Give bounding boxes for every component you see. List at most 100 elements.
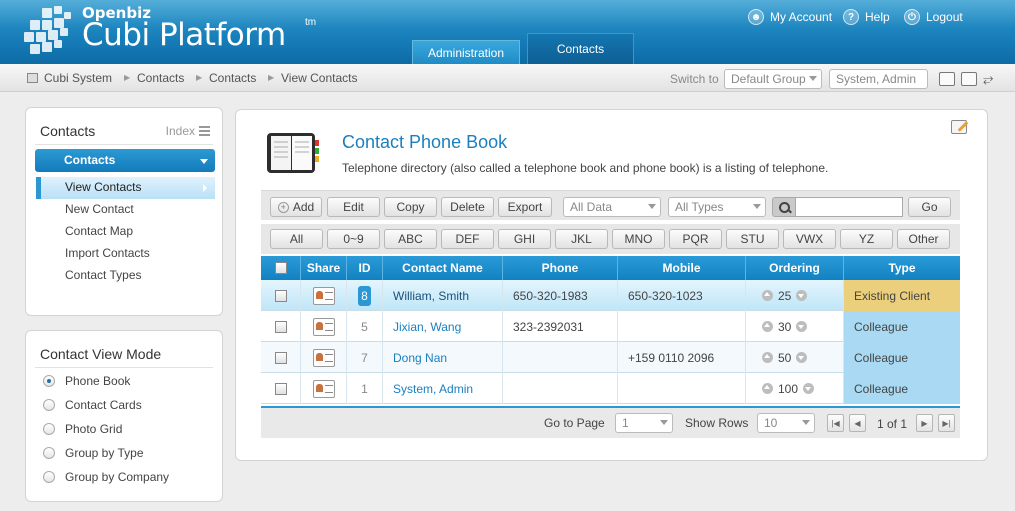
tab-administration[interactable]: Administration (412, 40, 520, 64)
export-button[interactable]: Export (498, 197, 552, 217)
alpha-filter-0-9[interactable]: 0~9 (327, 229, 380, 249)
delete-button[interactable]: Delete (441, 197, 494, 217)
type-filter-select[interactable]: All Types (668, 197, 766, 217)
alpha-filter-all[interactable]: All (270, 229, 323, 249)
row-checkbox[interactable] (274, 320, 287, 333)
group-select[interactable]: Default Group (724, 69, 822, 89)
type-cell: Colleague (844, 311, 960, 342)
alpha-filter-stu[interactable]: STU (726, 229, 779, 249)
radio-selected[interactable] (43, 375, 55, 387)
contact-card-icon[interactable] (312, 317, 335, 336)
contact-name-link[interactable]: William, Smith (393, 289, 469, 303)
alpha-filter-jkl[interactable]: JKL (555, 229, 608, 249)
column-header[interactable]: Contact Name (383, 256, 503, 280)
view-mode-photo-grid[interactable]: Photo Grid (43, 422, 122, 436)
move-down-icon[interactable] (796, 290, 808, 301)
column-header[interactable]: ID (347, 256, 383, 280)
move-up-icon[interactable] (762, 321, 773, 332)
sidebar-item-contact-types[interactable]: Contact Types (36, 265, 215, 287)
tab-contacts[interactable]: Contacts (527, 33, 634, 64)
view-mode-phone-book[interactable]: Phone Book (43, 374, 130, 388)
radio-label: Contact Cards (65, 398, 142, 412)
contact-name-link[interactable]: System, Admin (393, 382, 473, 396)
alpha-filter-def[interactable]: DEF (441, 229, 494, 249)
table-row[interactable]: 1 System, Admin 100 Colleague (261, 373, 960, 404)
radio[interactable] (43, 423, 55, 435)
fullscreen-icon[interactable]: ⥂ (983, 72, 997, 86)
my-account-link[interactable]: ☻ My Account (748, 9, 832, 25)
prev-page-button[interactable]: ◀ (849, 414, 866, 432)
logout-link[interactable]: ⏻ Logout (904, 9, 963, 25)
alpha-filter-mno[interactable]: MNO (612, 229, 665, 249)
copy-button[interactable]: Copy (384, 197, 437, 217)
edit-icon[interactable] (951, 120, 967, 134)
table-row[interactable]: 5 Jixian, Wang 323-2392031 30 Colleague (261, 311, 960, 342)
contact-card-icon[interactable] (312, 379, 335, 398)
go-button[interactable]: Go (908, 197, 951, 217)
column-header[interactable]: Share (301, 256, 347, 280)
contact-name-link[interactable]: Dong Nan (393, 351, 447, 365)
row-checkbox[interactable] (274, 351, 287, 364)
column-header[interactable]: Type (844, 256, 960, 280)
contact-name-link[interactable]: Jixian, Wang (393, 320, 461, 334)
move-down-icon[interactable] (796, 321, 808, 332)
select-all-checkbox[interactable] (274, 262, 287, 274)
ordering-value: 100 (778, 381, 799, 396)
row-checkbox[interactable] (274, 289, 287, 302)
contact-id: 8 (358, 285, 371, 306)
rows-select[interactable]: 10 (757, 413, 815, 433)
data-filter-select[interactable]: All Data (563, 197, 661, 217)
page-title: Contact Phone Book (342, 132, 508, 152)
view-mode-group-by-company[interactable]: Group by Company (43, 470, 169, 484)
view-mode-contact-cards[interactable]: Contact Cards (43, 398, 142, 412)
contact-card-icon[interactable] (312, 348, 335, 367)
page-select[interactable]: 1 (615, 413, 673, 433)
column-header[interactable]: Phone (503, 256, 618, 280)
breadcrumb-item[interactable]: Contacts (209, 71, 256, 85)
radio[interactable] (43, 447, 55, 459)
sidebar-item-new-contact[interactable]: New Contact (36, 199, 215, 221)
move-down-icon[interactable] (803, 383, 815, 394)
last-page-button[interactable]: ▶| (938, 414, 955, 432)
sidebar-item-contact-map[interactable]: Contact Map (36, 221, 215, 243)
table-row[interactable]: 8 William, Smith 650-320-1983 650-320-1023 2… (261, 280, 960, 311)
sidebar-item-view-contacts[interactable]: View Contacts (36, 177, 215, 199)
alpha-filter-pqr[interactable]: PQR (669, 229, 722, 249)
alpha-filter-yz[interactable]: YZ (840, 229, 893, 249)
radio[interactable] (43, 471, 55, 483)
user-select[interactable]: System, Admin (829, 69, 928, 89)
window-icon[interactable] (961, 72, 977, 86)
view-mode-title: Contact View Mode (40, 346, 162, 362)
sidebar-item-import-contacts[interactable]: Import Contacts (36, 243, 215, 265)
search-input[interactable] (796, 197, 903, 217)
first-page-button[interactable]: |◀ (827, 414, 844, 432)
move-up-icon[interactable] (762, 352, 773, 363)
chevron-down-icon (648, 204, 656, 209)
column-header[interactable]: Ordering (746, 256, 844, 280)
row-checkbox[interactable] (274, 382, 287, 395)
breadcrumb-item[interactable]: Contacts (137, 71, 184, 85)
alpha-filter-abc[interactable]: ABC (384, 229, 437, 249)
radio-label: Photo Grid (65, 422, 123, 436)
breadcrumb-item[interactable]: Cubi System (44, 71, 112, 85)
index-link[interactable]: Index (166, 124, 210, 138)
view-mode-group-by-type[interactable]: Group by Type (43, 446, 144, 460)
contact-card-icon[interactable] (312, 286, 335, 305)
next-page-button[interactable]: ▶ (916, 414, 933, 432)
alpha-filter-ghi[interactable]: GHI (498, 229, 551, 249)
help-link[interactable]: ? Help (843, 9, 890, 25)
add-button[interactable]: + Add (270, 197, 322, 217)
move-up-icon[interactable] (762, 290, 773, 301)
phone-book-icon (267, 133, 319, 173)
table-row[interactable]: 7 Dong Nan +159 0110 2096 50 Colleague (261, 342, 960, 373)
edit-button[interactable]: Edit (327, 197, 380, 217)
search-icon[interactable] (772, 197, 796, 217)
alpha-filter-vwx[interactable]: VWX (783, 229, 836, 249)
column-header[interactable]: Mobile (618, 256, 746, 280)
nav-section-header[interactable]: Contacts (35, 149, 215, 172)
notes-icon[interactable] (939, 72, 955, 86)
move-up-icon[interactable] (762, 383, 773, 394)
move-down-icon[interactable] (796, 352, 808, 363)
alpha-filter-other[interactable]: Other (897, 229, 950, 249)
radio[interactable] (43, 399, 55, 411)
